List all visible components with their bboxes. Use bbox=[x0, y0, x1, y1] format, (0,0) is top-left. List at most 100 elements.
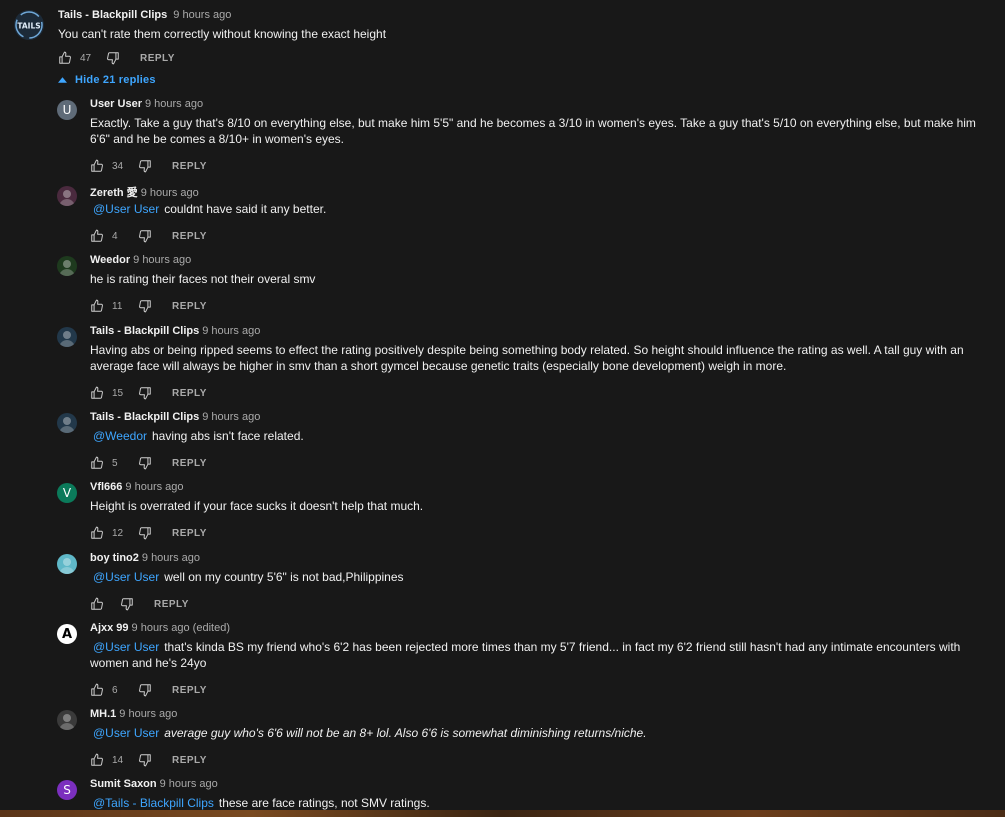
author-name[interactable]: Vfl666 bbox=[90, 481, 122, 493]
thumbs-up-icon[interactable] bbox=[90, 229, 104, 243]
avatar[interactable] bbox=[57, 327, 77, 347]
mention-link[interactable]: @User User bbox=[93, 202, 159, 216]
comment-header: MH.1 9 hours ago bbox=[90, 708, 177, 720]
mention-link[interactable]: @Weedor bbox=[93, 429, 147, 443]
hide-replies-button[interactable]: Hide 21 replies bbox=[58, 74, 156, 86]
avatar[interactable] bbox=[57, 413, 77, 433]
timestamp[interactable]: 9 hours ago bbox=[125, 481, 183, 493]
thumbs-up-icon[interactable] bbox=[90, 159, 104, 173]
comment-actions: 11 REPLY bbox=[90, 298, 207, 314]
avatar[interactable] bbox=[57, 186, 77, 206]
author-name[interactable]: boy tino2 bbox=[90, 552, 139, 564]
comment-actions: 4 REPLY bbox=[90, 228, 207, 244]
reply-button[interactable]: REPLY bbox=[172, 161, 207, 172]
profile-picture-icon bbox=[59, 558, 75, 574]
avatar[interactable] bbox=[57, 256, 77, 276]
comment-body: these are face ratings, not SMV ratings. bbox=[218, 796, 430, 810]
comment-body: average guy who's 6'6 will not be an 8+ … bbox=[164, 726, 647, 740]
thumbs-up-icon[interactable] bbox=[90, 753, 104, 767]
timestamp[interactable]: 9 hours ago bbox=[133, 254, 191, 266]
thumbs-up-icon[interactable] bbox=[90, 299, 104, 313]
reply-button[interactable]: REPLY bbox=[172, 301, 207, 312]
author-name[interactable]: Tails - Blackpill Clips bbox=[58, 9, 167, 21]
comment-body: Exactly. Take a guy that's 8/10 on every… bbox=[90, 116, 976, 146]
avatar-letter: U bbox=[62, 103, 72, 117]
avatar[interactable] bbox=[57, 554, 77, 574]
comment-body: well on my country 5'6" is not bad,Phili… bbox=[164, 570, 404, 584]
reply-button[interactable]: REPLY bbox=[172, 528, 207, 539]
timestamp[interactable]: 9 hours ago (edited) bbox=[132, 622, 230, 634]
like-count: 4 bbox=[112, 230, 118, 242]
author-name[interactable]: Tails - Blackpill Clips bbox=[90, 325, 199, 337]
author-name[interactable]: Tails - Blackpill Clips bbox=[90, 411, 199, 423]
thumbs-down-icon[interactable] bbox=[138, 456, 152, 470]
comment-header: Ajxx 99 9 hours ago (edited) bbox=[90, 622, 230, 634]
comment-header: Tails - Blackpill Clips 9 hours ago bbox=[90, 325, 260, 337]
comment-body: Height is overrated if your face sucks i… bbox=[90, 499, 424, 513]
thumbs-down-icon[interactable] bbox=[106, 51, 120, 65]
mention-link[interactable]: @User User bbox=[93, 640, 159, 654]
reply-button[interactable]: REPLY bbox=[172, 231, 207, 242]
reply-button[interactable]: REPLY bbox=[172, 755, 207, 766]
comment-text: Having abs or being ripped seems to effe… bbox=[90, 342, 990, 374]
author-name[interactable]: Weedor bbox=[90, 254, 130, 266]
avatar[interactable]: V bbox=[57, 483, 77, 503]
author-name[interactable]: MH.1 bbox=[90, 708, 116, 720]
comment-body: Having abs or being ripped seems to effe… bbox=[90, 343, 964, 373]
comment-text: he is rating their faces not their overa… bbox=[90, 271, 990, 287]
profile-picture-icon bbox=[59, 260, 75, 276]
timestamp[interactable]: 9 hours ago bbox=[202, 325, 260, 337]
timestamp[interactable]: 9 hours ago bbox=[160, 778, 218, 790]
avatar[interactable]: S bbox=[57, 780, 77, 800]
caret-up-icon bbox=[58, 74, 67, 86]
profile-picture-icon bbox=[59, 190, 75, 206]
avatar[interactable]: TAILS bbox=[14, 10, 44, 40]
thumbs-down-icon[interactable] bbox=[138, 753, 152, 767]
reply-button[interactable]: REPLY bbox=[140, 53, 175, 64]
thumbs-down-icon[interactable] bbox=[138, 299, 152, 313]
mention-link[interactable]: @User User bbox=[93, 570, 159, 584]
comment-actions: 5 REPLY bbox=[90, 455, 207, 471]
author-name[interactable]: Sumit Saxon bbox=[90, 778, 157, 790]
mention-link[interactable]: @User User bbox=[93, 726, 159, 740]
comment-text: @User User that's kinda BS my friend who'… bbox=[90, 639, 990, 671]
avatar[interactable]: U bbox=[57, 100, 77, 120]
reply-button[interactable]: REPLY bbox=[172, 458, 207, 469]
thumbs-up-icon[interactable] bbox=[90, 386, 104, 400]
thumbs-down-icon[interactable] bbox=[138, 159, 152, 173]
thumbs-down-icon[interactable] bbox=[138, 683, 152, 697]
thumbs-up-icon[interactable] bbox=[90, 456, 104, 470]
author-name[interactable]: User User bbox=[90, 98, 142, 110]
timestamp[interactable]: 9 hours ago bbox=[142, 552, 200, 564]
comment-header: Vfl666 9 hours ago bbox=[90, 481, 184, 493]
thumbs-up-icon[interactable] bbox=[90, 526, 104, 540]
comment-text: Height is overrated if your face sucks i… bbox=[90, 498, 990, 514]
thumbs-up-icon[interactable] bbox=[58, 51, 72, 65]
avatar[interactable]: A bbox=[57, 624, 77, 644]
like-count: 5 bbox=[112, 457, 118, 469]
timestamp[interactable]: 9 hours ago bbox=[119, 708, 177, 720]
mention-link[interactable]: @Tails - Blackpill Clips bbox=[93, 796, 214, 810]
timestamp[interactable]: 9 hours ago bbox=[173, 9, 231, 21]
timestamp[interactable]: 9 hours ago bbox=[202, 411, 260, 423]
reply-button[interactable]: REPLY bbox=[172, 685, 207, 696]
thumbs-down-icon[interactable] bbox=[120, 597, 134, 611]
thumbs-up-icon[interactable] bbox=[90, 683, 104, 697]
thumbs-down-icon[interactable] bbox=[138, 386, 152, 400]
thumbs-up-icon[interactable] bbox=[90, 597, 104, 611]
comment-text: @User User average guy who's 6'6 will not… bbox=[90, 725, 990, 741]
comment-header: Weedor 9 hours ago bbox=[90, 254, 191, 266]
thumbs-down-icon[interactable] bbox=[138, 526, 152, 540]
thumbs-down-icon[interactable] bbox=[138, 229, 152, 243]
avatar[interactable] bbox=[57, 710, 77, 730]
profile-picture-icon bbox=[59, 714, 75, 730]
timestamp[interactable]: 9 hours ago bbox=[141, 187, 199, 199]
timestamp[interactable]: 9 hours ago bbox=[145, 98, 203, 110]
author-name[interactable]: Zereth 愛 bbox=[90, 187, 138, 199]
comment-header: User User 9 hours ago bbox=[90, 98, 203, 110]
comment-text: @User User well on my country 5'6" is not… bbox=[90, 569, 990, 585]
like-count: 34 bbox=[112, 160, 124, 172]
reply-button[interactable]: REPLY bbox=[172, 388, 207, 399]
reply-button[interactable]: REPLY bbox=[154, 599, 189, 610]
author-name[interactable]: Ajxx 99 bbox=[90, 622, 129, 634]
